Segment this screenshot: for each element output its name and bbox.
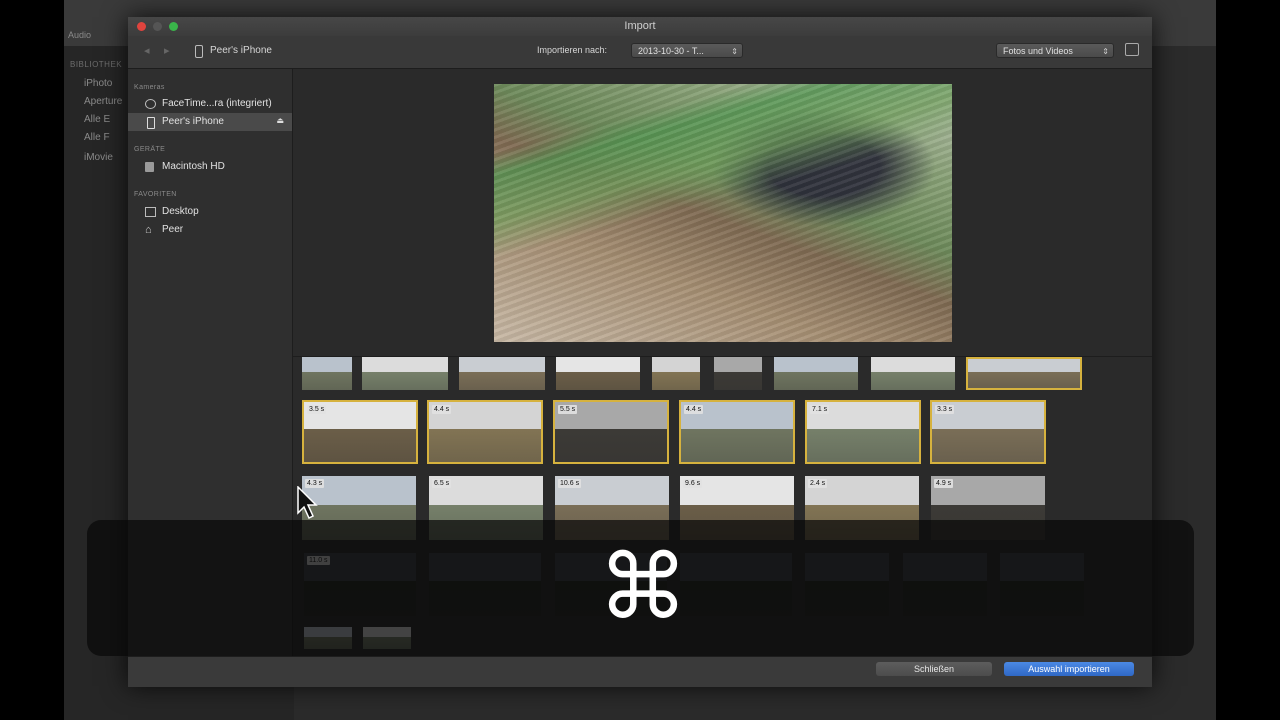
import-to-popup[interactable]: 2013-10-30 - T... ⇕ <box>631 43 743 58</box>
clip-duration-badge: 3.3 s <box>935 405 955 414</box>
clip-duration-badge: 7.1 s <box>810 405 830 414</box>
clip-thumbnail[interactable] <box>774 357 858 390</box>
sidebar-item-label: FaceTime...ra (integriert) <box>162 98 272 109</box>
clip-duration-badge: 10.6 s <box>558 479 582 488</box>
clip-ground <box>714 371 762 390</box>
clip-thumbnail[interactable] <box>302 357 352 390</box>
device-name: Peer's iPhone <box>210 45 272 56</box>
clip-sky <box>871 357 955 372</box>
background-sidebar-item[interactable]: iMovie <box>84 152 113 163</box>
clip-ground <box>807 429 919 462</box>
clip-ground <box>774 371 858 390</box>
clip-duration-badge: 5.5 s <box>558 405 578 414</box>
clip-ground <box>555 429 667 462</box>
clip-duration-badge: 4.4 s <box>432 405 452 414</box>
clip-ground <box>459 371 545 390</box>
clip-ground <box>968 372 1080 388</box>
sidebar-item-peer[interactable]: ⌂ Peer <box>128 221 292 239</box>
phone-icon <box>195 45 203 58</box>
clip-thumbnail[interactable] <box>652 357 700 390</box>
dialog-titlebar: Import <box>128 17 1152 36</box>
dialog-title: Import <box>624 20 656 32</box>
dialog-bottom-bar: Schließen Auswahl importieren <box>128 656 1152 687</box>
background-sidebar-item[interactable]: Alle F <box>84 132 110 143</box>
close-button[interactable]: Schließen <box>876 662 992 676</box>
sidebar-item-peers-iphone[interactable]: Peer's iPhone ⏏ <box>128 113 292 131</box>
section-label-devices: GERÄTE <box>134 146 166 153</box>
clip-thumbnail[interactable] <box>871 357 955 390</box>
section-label-cameras: Kameras <box>134 84 165 91</box>
clip-thumbnail[interactable] <box>459 357 545 390</box>
clip-ground <box>556 371 640 390</box>
clip-duration-badge: 2.4 s <box>808 479 828 488</box>
popup-arrows-icon: ⇕ <box>731 47 738 56</box>
clip-duration-badge: 4.4 s <box>684 405 704 414</box>
eject-icon[interactable]: ⏏ <box>276 116 284 125</box>
clip-sky <box>714 357 762 372</box>
clip-thumbnail[interactable] <box>362 357 448 390</box>
clip-sky <box>362 357 448 372</box>
background-sidebar-item[interactable]: Aperture <box>84 96 122 107</box>
preview-viewer[interactable] <box>494 84 952 342</box>
clip-duration-badge: 3.5 s <box>307 405 327 414</box>
clip-thumbnail[interactable] <box>556 357 640 390</box>
clip-duration-badge: 9.6 s <box>683 479 703 488</box>
chevron-left-icon[interactable]: ◂ <box>144 44 150 57</box>
import-to-value: 2013-10-30 - T... <box>638 46 704 56</box>
clip-thumbnail[interactable]: 3.5 s <box>302 400 418 464</box>
clip-sky <box>302 357 352 372</box>
clip-sky <box>459 357 545 372</box>
camera-icon <box>145 99 156 109</box>
clip-ground <box>429 429 541 462</box>
clip-sky <box>774 357 858 372</box>
media-filter-value: Fotos und Videos <box>1003 46 1073 56</box>
background-sidebar-item[interactable]: Alle E <box>84 114 110 125</box>
background-sidebar-item[interactable]: iPhoto <box>84 78 112 89</box>
clip-thumbnail[interactable]: 7.1 s <box>805 400 921 464</box>
clip-thumbnail[interactable]: 3.3 s <box>930 400 1046 464</box>
clip-ground <box>304 429 416 462</box>
background-tab[interactable]: Audio <box>68 30 91 40</box>
command-key-icon: ⌘ <box>598 535 688 640</box>
clip-duration-badge: 4.9 s <box>934 479 954 488</box>
clip-thumbnail[interactable]: 4.4 s <box>679 400 795 464</box>
background-section-label: BIBLIOTHEK <box>70 60 123 69</box>
import-selection-button[interactable]: Auswahl importieren <box>1004 662 1134 676</box>
chevron-right-icon[interactable]: ▸ <box>164 44 170 57</box>
dialog-toolbar: ◂ ▸ Peer's iPhone Importieren nach: 2013… <box>128 36 1152 69</box>
clip-ground <box>871 371 955 390</box>
sidebar-item-macintosh-hd[interactable]: Macintosh HD <box>128 158 292 176</box>
clip-thumbnail[interactable]: 5.5 s <box>553 400 669 464</box>
clip-ground <box>302 371 352 390</box>
sidebar-item-label: Macintosh HD <box>162 161 225 172</box>
sidebar-item-label: Peer <box>162 224 184 235</box>
clip-thumbnail[interactable] <box>714 357 762 390</box>
section-label-favorites: FAVORITEN <box>134 191 177 198</box>
clip-thumbnail[interactable]: 4.4 s <box>427 400 543 464</box>
media-filter-popup[interactable]: Fotos und Videos ⇕ <box>996 43 1114 58</box>
desktop-icon <box>145 207 156 217</box>
clip-thumbnail[interactable] <box>966 357 1082 390</box>
sidebar-item-label: Desktop <box>162 206 199 217</box>
import-to-label: Importieren nach: <box>537 45 608 55</box>
home-icon: ⌂ <box>145 224 152 236</box>
clip-ground <box>932 429 1044 462</box>
disk-icon <box>145 162 154 172</box>
clip-sky <box>556 357 640 372</box>
clip-ground <box>681 429 793 462</box>
sidebar-item-label: Peer's iPhone <box>162 116 224 127</box>
popup-arrows-icon: ⇕ <box>1102 47 1109 56</box>
clip-duration-badge: 6.5 s <box>432 479 452 488</box>
sidebar-item-facetime[interactable]: FaceTime...ra (integriert) <box>128 95 292 113</box>
clip-sky <box>652 357 700 372</box>
sidebar-item-desktop[interactable]: Desktop <box>128 203 292 221</box>
clip-sky <box>968 359 1080 373</box>
mouse-pointer-icon <box>297 486 318 520</box>
clip-ground <box>652 371 700 390</box>
clip-ground <box>362 371 448 390</box>
view-toggle-icon[interactable] <box>1125 43 1139 56</box>
phone-icon <box>147 117 155 129</box>
